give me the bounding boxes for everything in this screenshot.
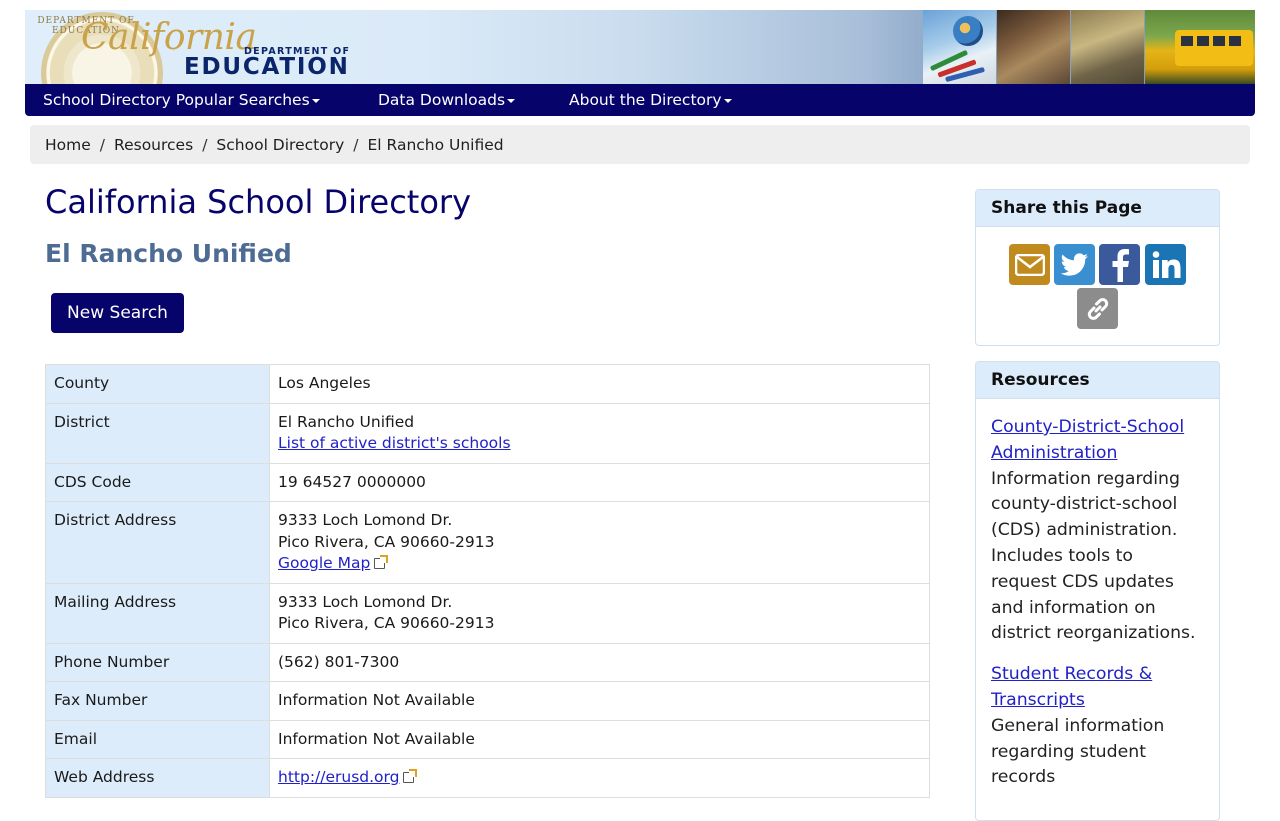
fax-label: Fax Number: [45, 681, 270, 721]
email-label: Email: [45, 719, 270, 759]
mailing-address-cell: 9333 Loch Lomond Dr. Pico Rivera, CA 906…: [269, 582, 930, 644]
breadcrumb-current: El Rancho Unified: [367, 135, 504, 154]
logo-education[interactable]: EDUCATION: [184, 56, 350, 79]
page-subtitle: El Rancho Unified: [45, 239, 292, 268]
district-address-cell: 9333 Loch Lomond Dr. Pico Rivera, CA 906…: [269, 501, 930, 584]
resource-item: Student Records & Transcripts General in…: [991, 662, 1204, 791]
web-address-label: Web Address: [45, 758, 270, 798]
school-bus-icon: [1175, 30, 1253, 66]
table-row: Web Address http://erusd.org: [45, 758, 930, 798]
resource-link-cds-administration[interactable]: County-District-School Administration: [991, 417, 1184, 463]
district-address-line1: 9333 Loch Lomond Dr.: [278, 511, 453, 529]
caret-down-icon: [723, 99, 732, 103]
nav-about-directory-label: About the Directory: [569, 91, 722, 109]
header-photo-globe: [923, 10, 996, 84]
district-schools-link[interactable]: List of active district's schools: [278, 434, 511, 452]
table-row: Phone Number (562) 801-7300: [45, 642, 930, 682]
header-banner: DEPARTMENT OF EDUCATION California DEPAR…: [25, 10, 1255, 84]
resources-panel: Resources County-District-School Adminis…: [975, 361, 1220, 821]
table-row: District Address 9333 Loch Lomond Dr. Pi…: [45, 501, 930, 584]
breadcrumb-separator: /: [353, 135, 359, 154]
table-row: District El Rancho Unified List of activ…: [45, 402, 930, 464]
external-link-icon: [403, 769, 418, 783]
web-address-cell: http://erusd.org: [269, 758, 930, 798]
new-search-button[interactable]: New Search: [51, 293, 184, 333]
breadcrumb-school-directory[interactable]: School Directory: [216, 136, 344, 154]
breadcrumb-home[interactable]: Home: [45, 136, 91, 154]
mailing-address-label: Mailing Address: [45, 582, 270, 644]
page-title: California School Directory: [45, 183, 472, 221]
share-panel: Share this Page: [975, 189, 1220, 346]
table-row: County Los Angeles: [45, 364, 930, 404]
email-icon[interactable]: [1009, 244, 1050, 285]
county-label: County: [45, 364, 270, 404]
web-address-link[interactable]: http://erusd.org: [278, 768, 399, 786]
phone-label: Phone Number: [45, 642, 270, 682]
header-photo-school-bus: [1145, 10, 1255, 84]
link-icon[interactable]: [1077, 288, 1118, 329]
main-navbar: School Directory Popular Searches Data D…: [25, 84, 1255, 116]
breadcrumb-separator: /: [99, 135, 106, 154]
resource-desc: General information regarding student re…: [991, 715, 1165, 788]
table-row: Email Information Not Available: [45, 719, 930, 759]
linkedin-icon[interactable]: [1145, 244, 1186, 285]
resource-link-student-records[interactable]: Student Records & Transcripts: [991, 664, 1152, 710]
district-details-table: County Los Angeles District El Rancho Un…: [45, 364, 930, 798]
globe-icon: [953, 16, 983, 46]
phone-value: (562) 801-7300: [269, 642, 930, 682]
share-panel-title: Share this Page: [976, 190, 1219, 227]
table-row: Fax Number Information Not Available: [45, 681, 930, 721]
cds-code-label: CDS Code: [45, 462, 270, 502]
resources-list: County-District-School Administration In…: [976, 399, 1219, 820]
nav-popular-searches[interactable]: School Directory Popular Searches: [43, 91, 320, 109]
email-value: Information Not Available: [269, 719, 930, 759]
fax-value: Information Not Available: [269, 681, 930, 721]
district-label: District: [45, 402, 270, 464]
nav-about-directory[interactable]: About the Directory: [569, 91, 732, 109]
district-cell: El Rancho Unified List of active distric…: [269, 402, 930, 464]
header-photo-students: [997, 10, 1070, 84]
caret-down-icon: [311, 99, 320, 103]
header-photo-computer: [1071, 10, 1144, 84]
cds-code-value: 19 64527 0000000: [269, 462, 930, 502]
district-address-label: District Address: [45, 501, 270, 584]
breadcrumb-resources[interactable]: Resources: [114, 136, 193, 154]
logo-california[interactable]: California: [81, 20, 257, 56]
caret-down-icon: [507, 99, 516, 103]
table-row: CDS Code 19 64527 0000000: [45, 462, 930, 502]
nav-popular-searches-label: School Directory Popular Searches: [43, 91, 310, 109]
twitter-icon[interactable]: [1054, 244, 1095, 285]
table-row: Mailing Address 9333 Loch Lomond Dr. Pic…: [45, 582, 930, 644]
resources-panel-title: Resources: [976, 362, 1219, 399]
external-link-icon: [374, 555, 389, 569]
nav-data-downloads-label: Data Downloads: [378, 91, 506, 109]
resource-desc: Information regarding county-district-sc…: [991, 468, 1196, 644]
breadcrumb-separator: /: [202, 135, 208, 154]
nav-data-downloads[interactable]: Data Downloads: [378, 91, 516, 109]
district-address-line2: Pico Rivera, CA 90660-2913: [278, 532, 495, 551]
mailing-address-line2: Pico Rivera, CA 90660-2913: [278, 614, 495, 632]
mailing-address-line1: 9333 Loch Lomond Dr.: [278, 592, 453, 611]
county-value: Los Angeles: [269, 364, 930, 404]
facebook-icon[interactable]: [1099, 244, 1140, 285]
resource-item: County-District-School Administration In…: [991, 415, 1204, 647]
breadcrumb: Home / Resources / School Directory / El…: [30, 125, 1250, 164]
district-value: El Rancho Unified: [278, 412, 415, 431]
google-map-link[interactable]: Google Map: [278, 554, 370, 572]
